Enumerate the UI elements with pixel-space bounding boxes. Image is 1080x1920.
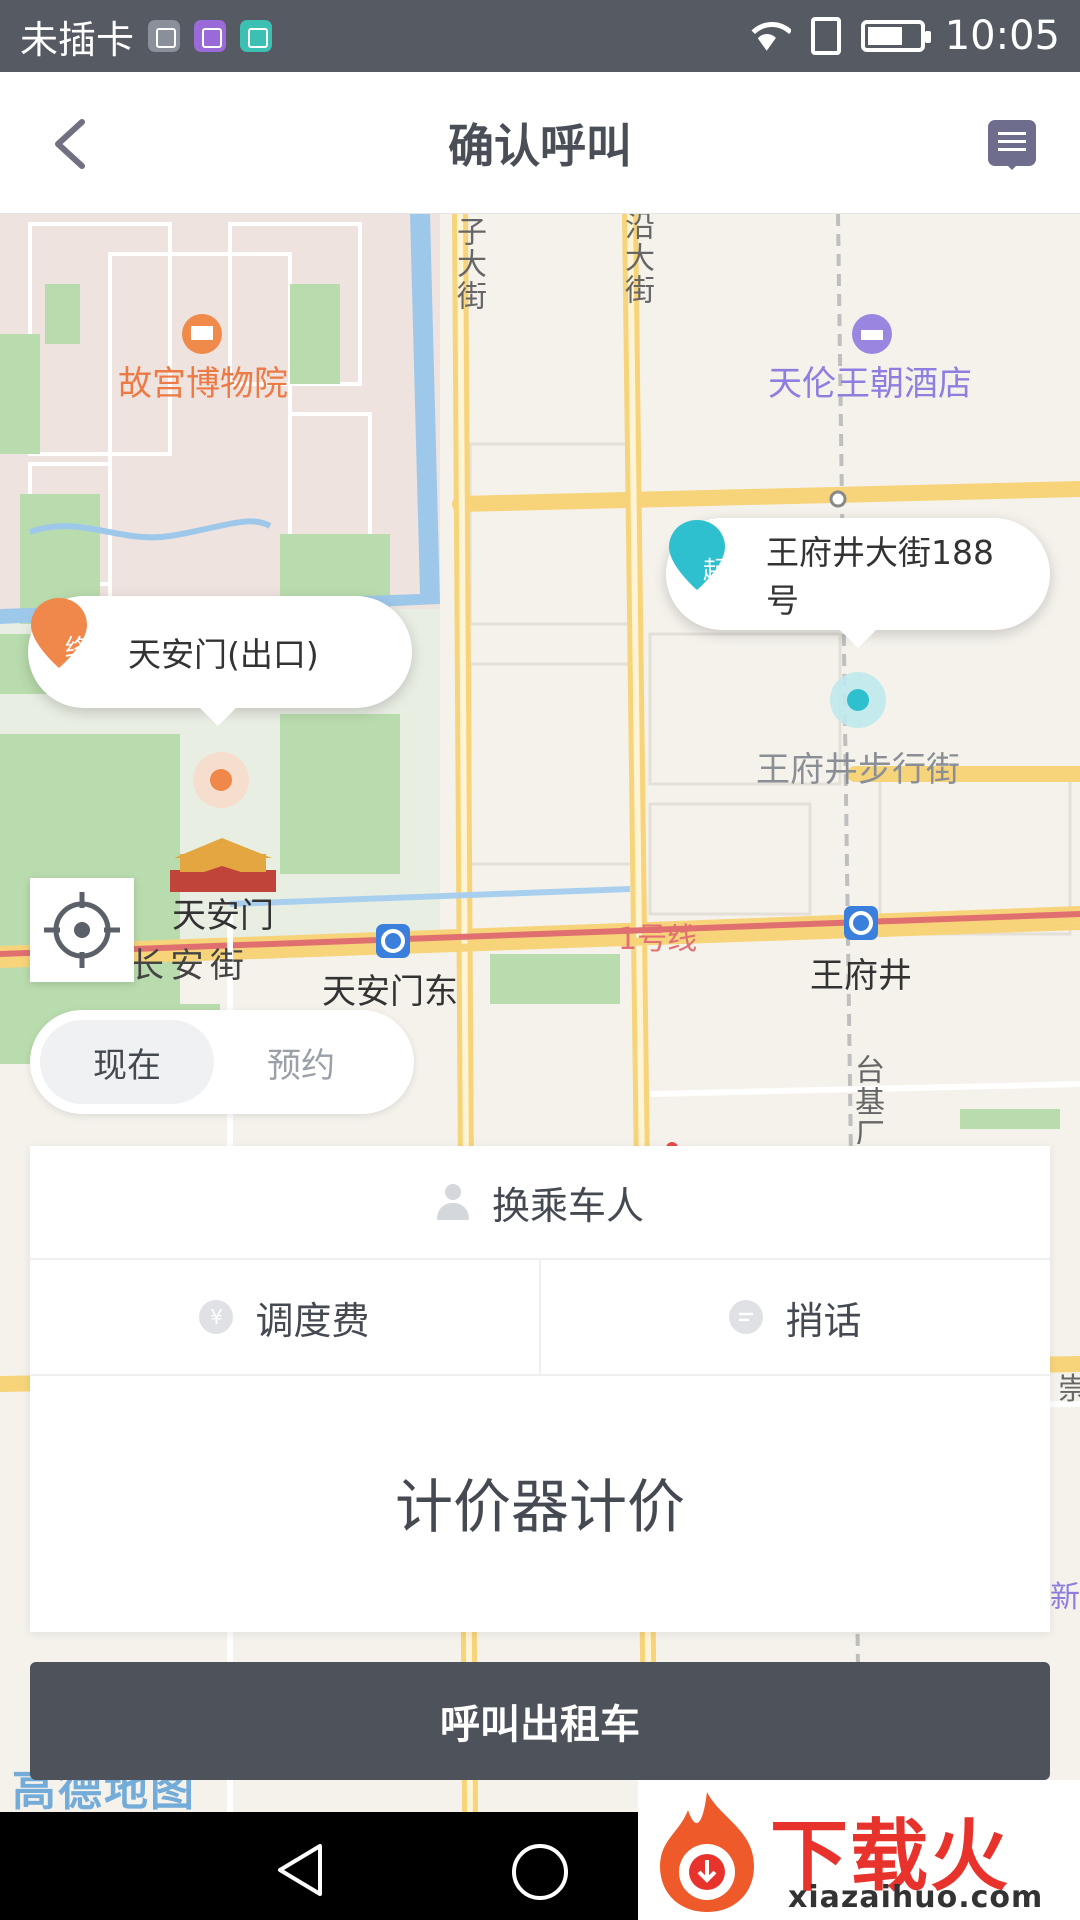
nav-home-icon[interactable] [512,1844,568,1900]
nav-back-icon[interactable] [272,1840,328,1900]
map-label-line1: 1号线 [618,922,698,957]
map-label-hotel: 天伦王朝酒店 [768,364,972,404]
fare-estimate: 计价器计价 [394,1473,685,1541]
end-location-bubble[interactable]: 终 天安门(出口) [28,596,412,726]
start-location-address: 王府井大街188号 [766,533,994,620]
title-bar: 确认呼叫 [0,72,1080,214]
options-row: ¥ 调度费 捎话 [30,1260,1050,1376]
person-icon [436,1184,470,1220]
sim-icon [810,17,841,55]
map-label-road-zi: 子大街 [451,216,486,312]
watermark-url: xiazaihuo.com [788,1880,1044,1915]
chat-icon [729,1300,764,1334]
message-icon[interactable] [988,120,1036,170]
map-label-road-yan: 沿大街 [619,214,654,306]
flame-logo-icon [660,1792,754,1912]
map-label-palace-museum: 故宫博物院 [118,364,288,404]
map-label-wangfujing-walk: 王府井步行街 [756,750,960,790]
map-label-edge-xin: 新 [1050,1580,1080,1615]
end-pin-label: 终 [65,634,89,662]
battery-icon [860,20,931,52]
dispatch-fee-button[interactable]: ¥ 调度费 [30,1260,539,1374]
change-passenger-row[interactable]: 换乘车人 [30,1146,1050,1260]
map-label-tiananmen-east: 天安门东 [322,972,458,1012]
back-arrow-icon[interactable] [48,118,92,170]
page-title: 确认呼叫 [448,118,632,173]
map-label-edge-chong: 崇 [1058,1372,1080,1407]
tab-reserve[interactable]: 预约 [214,1020,388,1104]
message-label: 捎话 [785,1298,862,1343]
map-label-changan-street: 长安街 [130,946,250,986]
order-panel: 换乘车人 ¥ 调度费 捎话 计价器计价 [30,1146,1050,1632]
clock: 10:05 [944,13,1060,59]
status-bar: 未插卡 10:05 [0,0,1080,72]
watermark: 下载火 xiazaihuo.com [638,1780,1080,1920]
yuan-icon: ¥ [199,1300,234,1334]
ride-mode-toggle: 现在 预约 [30,1010,414,1114]
call-taxi-button[interactable]: 呼叫出租车 [30,1662,1050,1780]
map-label-tiananmen: 天安门 [172,896,274,936]
gallery-notification-icon [148,20,181,52]
dispatch-fee-label: 调度费 [255,1298,370,1343]
locate-me-icon[interactable] [30,878,134,982]
change-passenger-label: 换乘车人 [491,1183,644,1228]
carrier-text: 未插卡 [20,17,135,62]
wifi-icon [742,18,791,54]
start-location-bubble[interactable]: 起 王府井大街188号 [666,518,1050,648]
end-location-address: 天安门(出口) [128,635,319,674]
keyboard-notification-icon [194,20,227,52]
tab-now[interactable]: 现在 [40,1020,214,1104]
map-label-wangfujing: 王府井 [810,956,912,996]
map-label-road-tai: 台基厂 [849,1054,884,1144]
start-pin-label: 起 [703,556,727,584]
shield-notification-icon [240,20,273,52]
message-button[interactable]: 捎话 [539,1260,1050,1374]
